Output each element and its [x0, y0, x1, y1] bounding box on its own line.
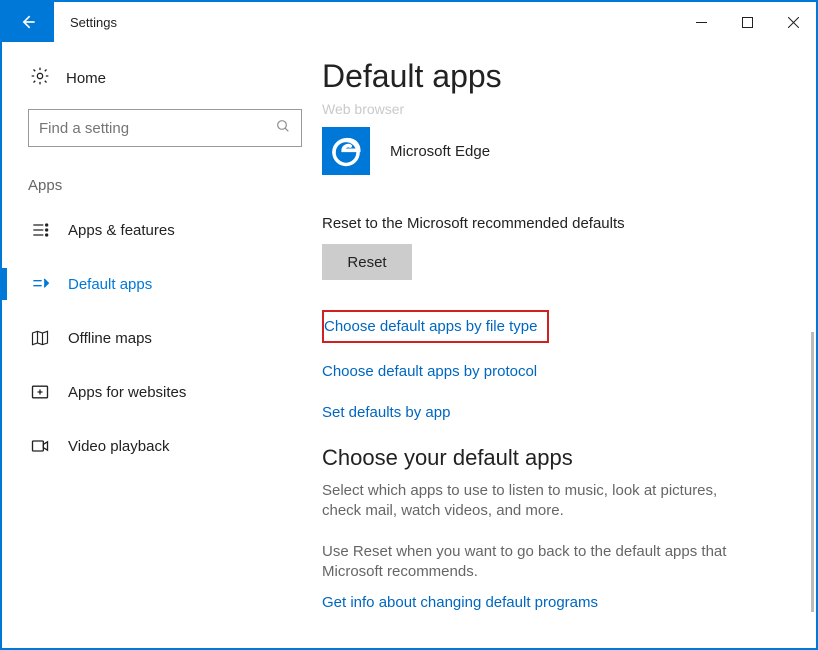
- web-browser-label: Web browser: [322, 101, 776, 117]
- sidebar-item-label: Apps & features: [68, 222, 175, 239]
- apps-features-icon: [30, 220, 50, 240]
- link-choose-by-protocol[interactable]: Choose default apps by protocol: [322, 363, 776, 380]
- gear-icon: [30, 66, 50, 91]
- sidebar-item-default-apps[interactable]: Default apps: [24, 262, 312, 306]
- choose-heading: Choose your default apps: [322, 445, 776, 471]
- sidebar-item-label: Default apps: [68, 276, 152, 293]
- link-get-info[interactable]: Get info about changing default programs: [322, 594, 598, 611]
- offline-maps-icon: [30, 328, 50, 348]
- settings-window: Settings Home: [0, 0, 818, 650]
- close-button[interactable]: [770, 2, 816, 42]
- window-body: Home Apps Apps & features Default ap: [2, 42, 816, 648]
- close-icon: [788, 17, 799, 28]
- window-title: Settings: [54, 2, 678, 42]
- default-apps-icon: [30, 274, 50, 294]
- sidebar-item-video-playback[interactable]: Video playback: [24, 424, 312, 468]
- titlebar: Settings: [2, 2, 816, 42]
- advanced-links: Choose default apps by file type Choose …: [322, 310, 776, 421]
- link-set-defaults-by-app[interactable]: Set defaults by app: [322, 404, 776, 421]
- sidebar: Home Apps Apps & features Default ap: [2, 42, 322, 648]
- back-button[interactable]: [2, 2, 54, 42]
- sidebar-item-label: Apps for websites: [68, 384, 186, 401]
- choose-paragraph-1: Select which apps to use to listen to mu…: [322, 481, 742, 522]
- apps-for-websites-icon: [30, 382, 50, 402]
- search-input[interactable]: [39, 120, 275, 137]
- choose-paragraph-2: Use Reset when you want to go back to th…: [322, 542, 742, 583]
- sidebar-item-offline-maps[interactable]: Offline maps: [24, 316, 312, 360]
- main-content: Default apps Web browser Microsoft Edge …: [322, 42, 816, 648]
- sidebar-item-apps-features[interactable]: Apps & features: [24, 208, 312, 252]
- minimize-button[interactable]: [678, 2, 724, 42]
- maximize-button[interactable]: [724, 2, 770, 42]
- sidebar-category: Apps: [24, 171, 312, 208]
- search-box[interactable]: [28, 109, 302, 147]
- reset-button[interactable]: Reset: [322, 244, 412, 280]
- reset-section: Reset to the Microsoft recommended defau…: [322, 215, 776, 280]
- sidebar-item-apps-for-websites[interactable]: Apps for websites: [24, 370, 312, 414]
- maximize-icon: [742, 17, 753, 28]
- page-title: Default apps: [322, 58, 776, 95]
- minimize-icon: [696, 17, 707, 28]
- window-controls: [678, 2, 816, 42]
- edge-icon: [322, 127, 370, 175]
- sidebar-item-label: Video playback: [68, 438, 169, 455]
- sidebar-home-label: Home: [66, 70, 106, 87]
- default-browser-row[interactable]: Microsoft Edge: [322, 127, 776, 175]
- arrow-left-icon: [18, 12, 38, 32]
- link-choose-by-file-type[interactable]: Choose default apps by file type: [322, 310, 549, 343]
- reset-description: Reset to the Microsoft recommended defau…: [322, 215, 776, 232]
- video-playback-icon: [30, 436, 50, 456]
- default-browser-name: Microsoft Edge: [390, 143, 490, 160]
- search-icon: [275, 118, 291, 139]
- scrollbar[interactable]: [811, 332, 814, 612]
- sidebar-home[interactable]: Home: [24, 56, 312, 109]
- sidebar-item-label: Offline maps: [68, 330, 152, 347]
